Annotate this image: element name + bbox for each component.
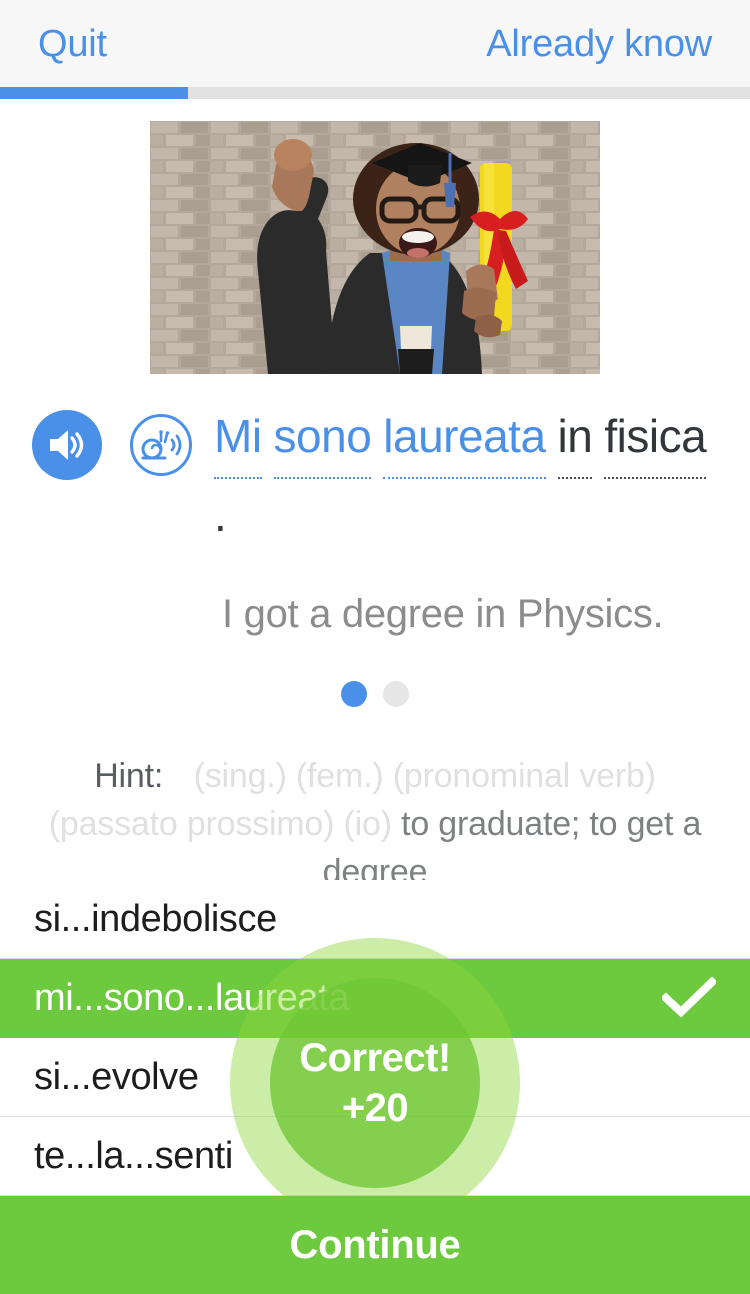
top-bar: Quit Already know bbox=[0, 0, 750, 87]
speaker-icon[interactable] bbox=[32, 410, 102, 480]
pager-dots bbox=[0, 681, 750, 707]
prompt-translation: I got a degree in Physics. bbox=[222, 592, 664, 636]
answer-option-label: mi...sono...laureata bbox=[34, 976, 350, 1019]
prompt-word[interactable]: Mi bbox=[214, 400, 262, 479]
answer-option[interactable]: si...indebolisce bbox=[0, 880, 750, 959]
prompt-word[interactable]: sono bbox=[273, 400, 372, 479]
prompt-word[interactable]: fisica bbox=[604, 400, 707, 479]
quit-button[interactable]: Quit bbox=[38, 25, 107, 63]
audio-controls bbox=[32, 398, 192, 480]
answer-option-label: te...la...senti bbox=[34, 1134, 233, 1177]
pager-dot[interactable] bbox=[383, 681, 409, 707]
prompt-image-container bbox=[0, 121, 750, 374]
pager-dot[interactable] bbox=[341, 681, 367, 707]
already-know-button[interactable]: Already know bbox=[486, 25, 712, 63]
answer-option-label: si...indebolisce bbox=[34, 897, 277, 940]
graduate-photo bbox=[150, 121, 600, 374]
hint-label: Hint: bbox=[94, 757, 164, 795]
continue-button-label: Continue bbox=[289, 1222, 461, 1267]
prompt-word[interactable]: . bbox=[214, 479, 227, 556]
lesson-progress-bar bbox=[0, 87, 750, 99]
continue-button[interactable]: Continue bbox=[0, 1196, 750, 1294]
answer-option[interactable]: te...la...senti bbox=[0, 1117, 750, 1196]
lesson-progress-fill bbox=[0, 87, 188, 99]
checkmark-icon bbox=[662, 971, 716, 1025]
lesson-screen: Quit Already know Mi sono laureata in fi… bbox=[0, 0, 750, 1294]
answer-option[interactable]: mi...sono...laureata bbox=[0, 959, 750, 1038]
prompt-word[interactable]: in bbox=[557, 400, 593, 479]
prompt-sentence[interactable]: Mi sono laureata in fisica. bbox=[214, 398, 722, 556]
prompt-word[interactable]: laureata bbox=[383, 400, 546, 479]
prompt-row: Mi sono laureata in fisica. bbox=[0, 398, 750, 556]
prompt-section: Mi sono laureata in fisica. I got a degree i… bbox=[0, 398, 750, 638]
answer-options-list: si...indebolisce mi...sono...laureata si..… bbox=[0, 880, 750, 1196]
snail-speaker-icon[interactable] bbox=[130, 414, 192, 476]
answer-option[interactable]: si...evolve bbox=[0, 1038, 750, 1117]
hint-block: Hint: (sing.) (fem.) (pronominal verb) (… bbox=[0, 752, 750, 896]
answer-option-label: si...evolve bbox=[34, 1055, 199, 1098]
